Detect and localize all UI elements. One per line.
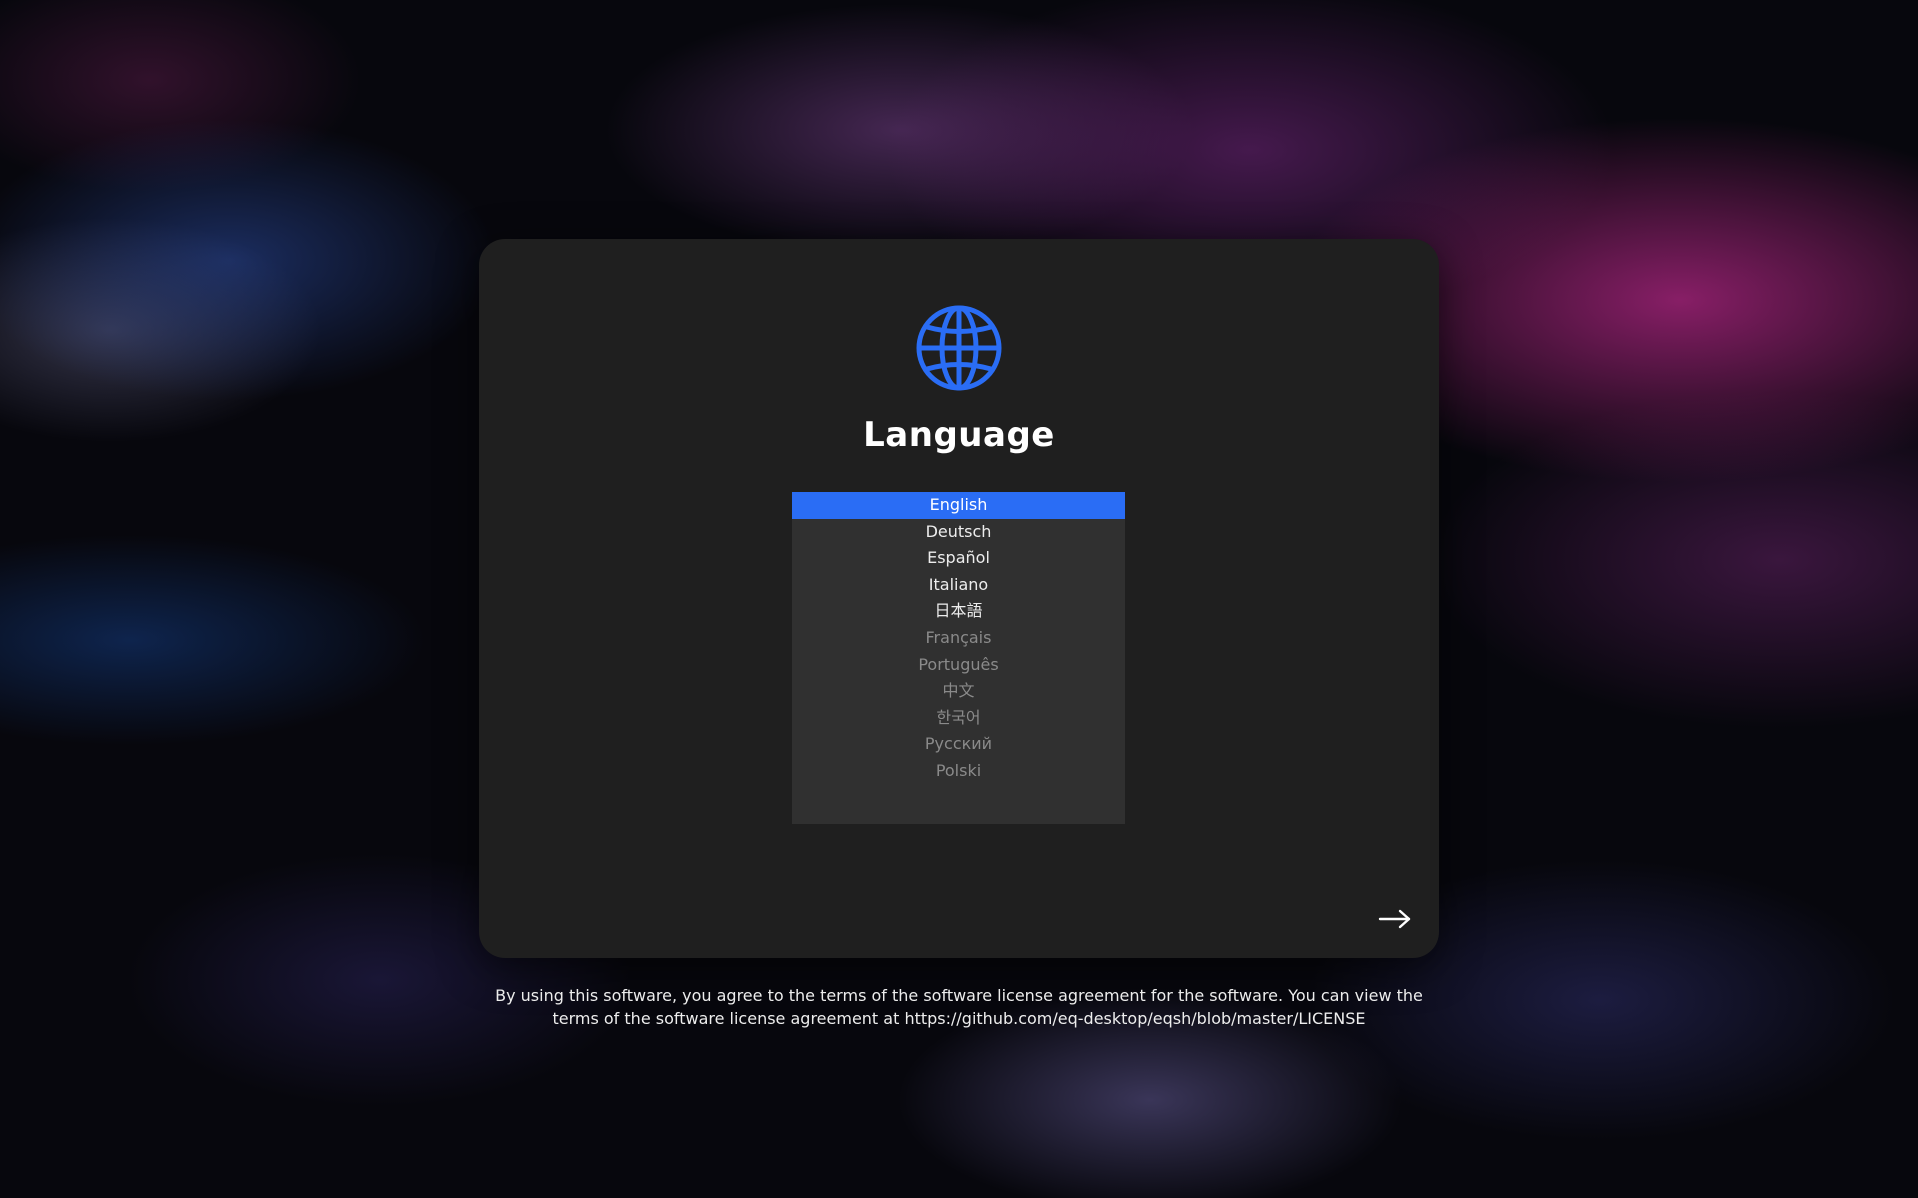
language-option-italiano[interactable]: Italiano: [792, 572, 1125, 599]
license-line: By using this software, you agree to the…: [495, 986, 1423, 1005]
language-option-francais[interactable]: Français: [792, 625, 1125, 652]
next-button[interactable]: [1375, 899, 1415, 939]
language-option-japanese[interactable]: 日本語: [792, 598, 1125, 625]
language-option-english[interactable]: English: [792, 492, 1125, 519]
language-option-polski[interactable]: Polski: [792, 758, 1125, 785]
language-option-chinese[interactable]: 中文: [792, 678, 1125, 705]
license-notice: By using this software, you agree to the…: [479, 984, 1439, 1030]
language-option-russian[interactable]: Русский: [792, 731, 1125, 758]
language-option-espanol[interactable]: Español: [792, 545, 1125, 572]
license-line: terms of the software license agreement …: [552, 1009, 1366, 1028]
language-option-korean[interactable]: 한국어: [792, 705, 1125, 732]
page-title: Language: [863, 415, 1055, 455]
arrow-right-icon: [1378, 909, 1411, 929]
language-option-deutsch[interactable]: Deutsch: [792, 519, 1125, 546]
language-option-portugues[interactable]: Português: [792, 652, 1125, 679]
globe-icon: [914, 303, 1004, 393]
language-list[interactable]: English Deutsch Español Italiano 日本語 Fra…: [792, 492, 1125, 824]
setup-dialog: Language English Deutsch Español Italian…: [479, 239, 1439, 958]
